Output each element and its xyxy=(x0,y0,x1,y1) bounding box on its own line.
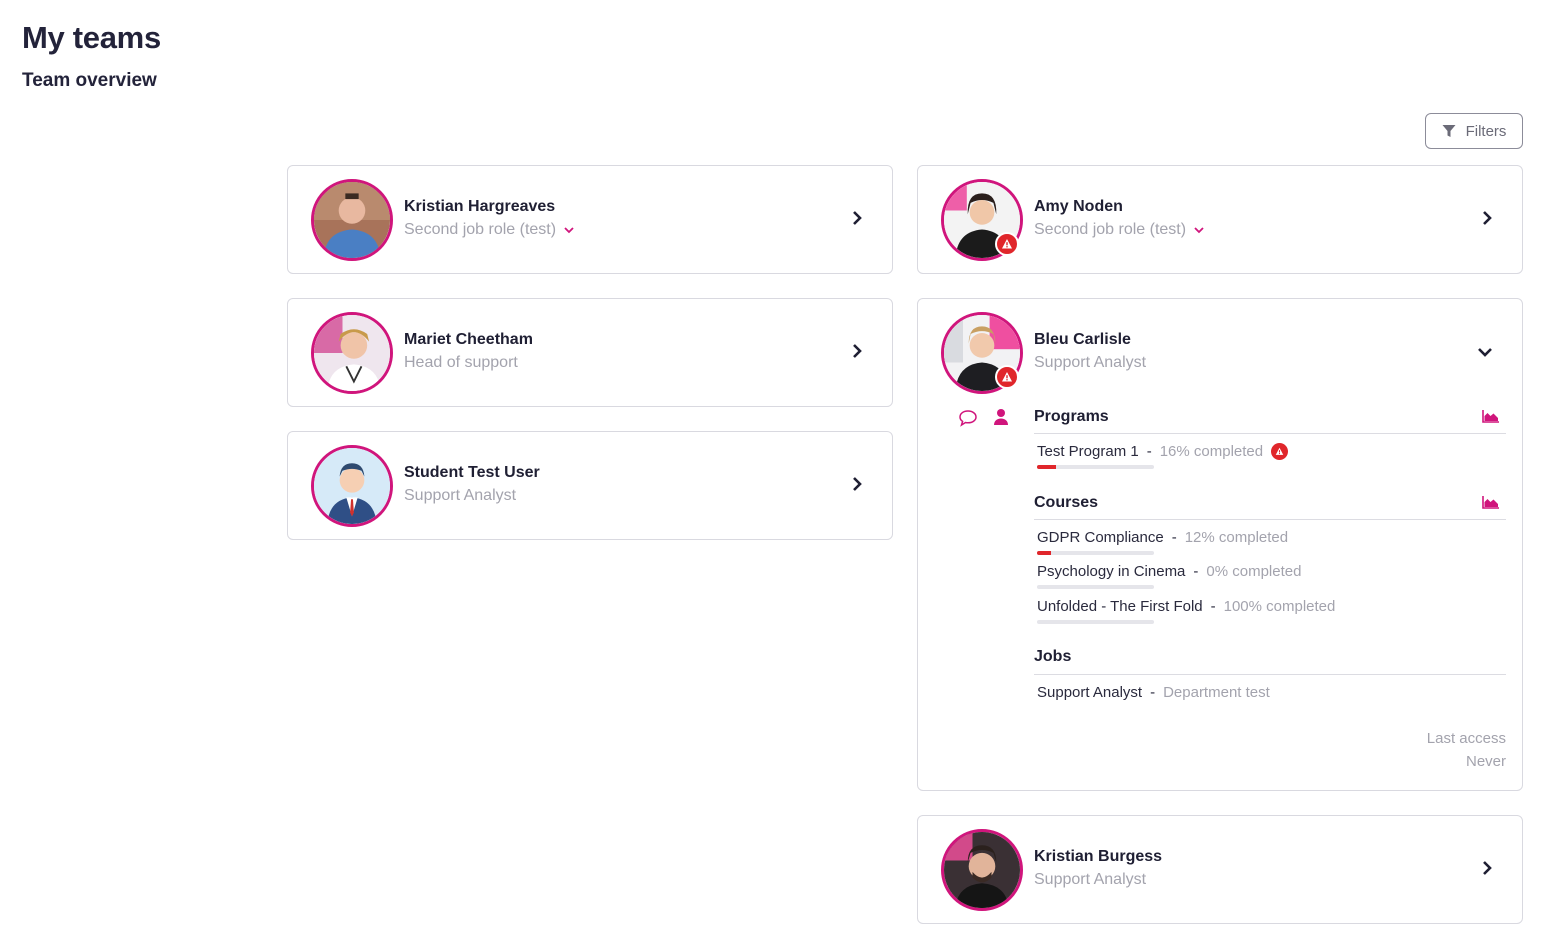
user-icon[interactable] xyxy=(991,408,1011,426)
chevron-down-icon[interactable] xyxy=(1476,345,1494,359)
progress-bar xyxy=(1037,465,1154,469)
member-name: Kristian Hargreaves xyxy=(404,198,556,215)
chevron-right-icon[interactable] xyxy=(850,342,864,360)
member-name: Mariet Cheetham xyxy=(404,331,533,348)
speech-bubble-icon[interactable] xyxy=(958,409,978,427)
divider xyxy=(1034,519,1506,520)
team-member-card: Amy Noden Second job role (test) xyxy=(917,165,1523,274)
course-item[interactable]: GDPR Compliance - 12% completed xyxy=(1037,529,1288,546)
member-name: Kristian Burgess xyxy=(1034,848,1163,865)
team-member-header[interactable]: Student Test User Support Analyst xyxy=(288,432,892,539)
avatar xyxy=(941,829,1023,911)
team-member-header[interactable]: Kristian Hargreaves Second job role (tes… xyxy=(288,166,892,273)
filter-funnel-icon xyxy=(1442,125,1456,137)
chevron-right-icon[interactable] xyxy=(1480,859,1494,877)
warning-triangle-icon xyxy=(1271,443,1289,460)
team-member-card: Mariet Cheetham Head of support xyxy=(287,298,893,407)
course-item[interactable]: Unfolded - The First Fold - 100% complet… xyxy=(1037,598,1335,615)
courses-heading: Courses xyxy=(1034,494,1099,511)
chevron-down-icon xyxy=(1194,226,1204,233)
avatar xyxy=(311,445,393,527)
divider xyxy=(1034,433,1506,434)
chevron-down-icon xyxy=(564,226,574,233)
last-access: Last access Never xyxy=(1427,727,1506,773)
chevron-right-icon[interactable] xyxy=(1480,209,1494,227)
divider xyxy=(1034,674,1506,675)
progress-bar xyxy=(1037,620,1154,624)
area-chart-icon[interactable] xyxy=(1482,409,1500,423)
progress-fill xyxy=(1037,620,1154,624)
member-name: Bleu Carlisle xyxy=(1034,331,1131,348)
team-member-card: Kristian Burgess Support Analyst xyxy=(917,815,1523,924)
filters-label: Filters xyxy=(1465,122,1507,140)
job-item: Support Analyst - Department test xyxy=(1037,684,1270,701)
chevron-right-icon[interactable] xyxy=(850,209,864,227)
member-role: Head of support xyxy=(404,354,518,371)
last-access-label: Last access xyxy=(1426,730,1506,747)
progress-fill xyxy=(1037,465,1056,469)
team-member-header[interactable]: Mariet Cheetham Head of support xyxy=(288,299,892,406)
member-role[interactable]: Second job role (test) xyxy=(404,221,574,239)
member-role: Support Analyst xyxy=(404,487,517,504)
team-member-card: Student Test User Support Analyst xyxy=(287,431,893,540)
team-member-header[interactable]: Kristian Burgess Support Analyst xyxy=(918,816,1522,923)
progress-fill xyxy=(1037,551,1052,555)
warning-triangle-icon xyxy=(995,232,1019,256)
avatar xyxy=(311,179,393,261)
chevron-right-icon[interactable] xyxy=(850,475,864,493)
team-member-card-expanded: Bleu Carlisle Support Analyst Programs T… xyxy=(917,298,1523,791)
page-subtitle: Team overview xyxy=(22,70,157,91)
program-item[interactable]: Test Program 1 - 16% completed xyxy=(1037,443,1289,460)
member-role[interactable]: Second job role (test) xyxy=(1034,221,1204,239)
page-title: My teams xyxy=(22,20,161,55)
course-item[interactable]: Psychology in Cinema - 0% completed xyxy=(1037,563,1301,580)
jobs-heading: Jobs xyxy=(1034,648,1072,665)
member-name: Amy Noden xyxy=(1034,198,1123,215)
programs-heading: Programs xyxy=(1034,408,1109,425)
member-name: Student Test User xyxy=(404,464,540,481)
team-member-card: Kristian Hargreaves Second job role (tes… xyxy=(287,165,893,274)
progress-bar xyxy=(1037,551,1154,555)
team-member-header[interactable]: Bleu Carlisle Support Analyst xyxy=(918,299,1522,406)
avatar xyxy=(311,312,393,394)
warning-triangle-icon xyxy=(995,365,1019,389)
team-member-header[interactable]: Amy Noden Second job role (test) xyxy=(918,166,1522,273)
member-role: Support Analyst xyxy=(1034,354,1147,371)
member-role: Support Analyst xyxy=(1034,871,1147,888)
last-access-value: Never xyxy=(1465,753,1506,770)
progress-bar xyxy=(1037,585,1154,589)
filters-button[interactable]: Filters xyxy=(1425,113,1523,149)
area-chart-icon[interactable] xyxy=(1482,495,1500,509)
